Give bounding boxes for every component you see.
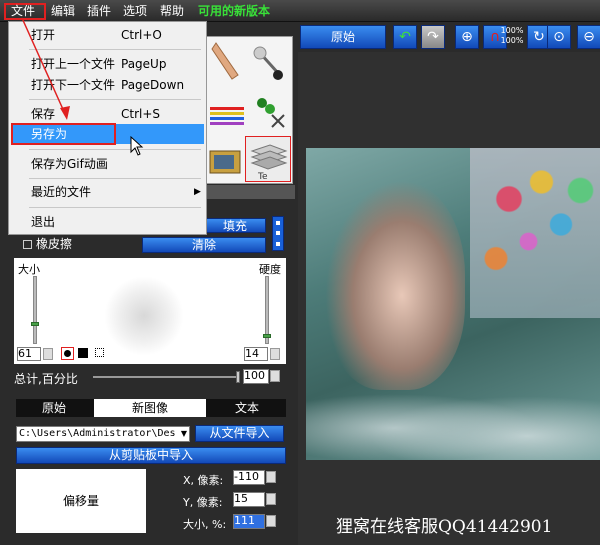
clone-scissors-icon[interactable] bbox=[250, 91, 290, 131]
eraser-label: 橡皮擦 bbox=[36, 237, 73, 251]
update-available-link[interactable]: 可用的新版本 bbox=[193, 3, 275, 20]
tab-original[interactable]: 原始 bbox=[16, 399, 92, 417]
hardness-label: 硬度 bbox=[259, 263, 281, 276]
menu-save-gif-label: 保存为Gif动画 bbox=[31, 157, 108, 171]
side-mini-slider[interactable] bbox=[272, 216, 284, 251]
tab-bar: 原始 新图像 文本 bbox=[16, 399, 286, 417]
fill-button[interactable]: 填充 bbox=[204, 218, 266, 233]
offset-x-input[interactable]: -110 bbox=[233, 470, 265, 485]
zoom-in-icon[interactable]: ⊕ bbox=[455, 25, 479, 49]
total-percent-thumb[interactable] bbox=[236, 371, 240, 383]
layers-text-tool[interactable]: Te bbox=[245, 136, 291, 182]
redo-icon[interactable]: ↷ bbox=[421, 25, 445, 49]
offset-size-label: 大小, %: bbox=[183, 518, 227, 531]
watermark-text: 狸窝在线客服QQ41442901 bbox=[336, 517, 553, 537]
size-slider[interactable] bbox=[33, 276, 37, 344]
total-percent-input[interactable]: 100 bbox=[243, 369, 269, 384]
layers-text-icon: Te bbox=[250, 144, 288, 182]
thumbnail-strip-scrollbar[interactable] bbox=[205, 185, 295, 199]
submenu-arrow-icon: ▶ bbox=[194, 187, 201, 197]
size-slider-thumb[interactable] bbox=[31, 322, 39, 326]
offset-x-spin[interactable] bbox=[266, 471, 276, 483]
brush-preview bbox=[104, 276, 184, 356]
clear-button[interactable]: 清除 bbox=[142, 237, 266, 253]
import-from-clipboard-button[interactable]: 从剪贴板中导入 bbox=[16, 447, 286, 464]
offset-y-spin[interactable] bbox=[266, 493, 276, 505]
offset-y-input[interactable]: 15 bbox=[233, 492, 265, 507]
zoom-level-bottom: 100% bbox=[500, 36, 524, 45]
menu-separator bbox=[29, 207, 201, 208]
menu-recent-label: 最近的文件 bbox=[31, 185, 92, 199]
color-lines-icon[interactable] bbox=[208, 93, 248, 133]
size-spin-buttons[interactable] bbox=[43, 348, 53, 360]
zoom-out-icon[interactable]: ⊖ bbox=[577, 25, 600, 49]
tab-new-image[interactable]: 新图像 bbox=[94, 399, 206, 417]
hardness-value-input[interactable]: 14 bbox=[244, 347, 268, 361]
annotation-arrow-icon bbox=[21, 17, 70, 120]
pin-tool-icon[interactable] bbox=[250, 43, 290, 83]
hardness-spin-buttons[interactable] bbox=[270, 348, 280, 360]
tv-image-icon[interactable] bbox=[208, 137, 244, 181]
menu-separator bbox=[29, 149, 201, 150]
menu-exit-label: 退出 bbox=[31, 215, 56, 229]
zoom-level-readout: 100% 100% bbox=[499, 26, 525, 46]
menu-options[interactable]: 选项 bbox=[118, 3, 152, 20]
tool-thumbnail-strip: Te bbox=[205, 36, 293, 184]
tab-text[interactable]: 文本 bbox=[208, 399, 286, 417]
undo-icon[interactable]: ↶ bbox=[393, 25, 417, 49]
round-brush-shape[interactable] bbox=[61, 347, 74, 360]
offset-x-label: X, 像素: bbox=[183, 474, 224, 487]
import-from-file-button[interactable]: 从文件导入 bbox=[195, 425, 284, 442]
total-percent-label: 总计,百分比 bbox=[14, 372, 78, 386]
menu-help[interactable]: 帮助 bbox=[155, 3, 189, 20]
mouse-cursor-icon bbox=[130, 136, 144, 156]
zoom-level-top: 100% bbox=[500, 26, 524, 35]
menu-plugins[interactable]: 插件 bbox=[82, 3, 116, 20]
chevron-down-icon[interactable]: ▼ bbox=[179, 427, 189, 441]
offset-size-input[interactable]: 111 bbox=[233, 514, 265, 529]
offset-y-label: Y, 像素: bbox=[183, 496, 223, 509]
offset-size-spin[interactable] bbox=[266, 515, 276, 527]
menu-open-shortcut: Ctrl+O bbox=[121, 28, 162, 42]
menu-separator bbox=[29, 178, 201, 179]
dotted-brush-shape[interactable] bbox=[95, 348, 104, 357]
svg-text:Te: Te bbox=[257, 172, 268, 181]
hardness-slider-thumb[interactable] bbox=[263, 334, 271, 338]
zoom-fit-icon[interactable]: ⊙ bbox=[547, 25, 571, 49]
size-value-input[interactable]: 61 bbox=[17, 347, 41, 361]
total-percent-slider[interactable] bbox=[93, 376, 239, 378]
clouds-overlay bbox=[306, 380, 600, 460]
total-spin-buttons[interactable] bbox=[270, 370, 280, 382]
menu-save-gif[interactable]: 保存为Gif动画 bbox=[11, 154, 204, 174]
portrait-overlay bbox=[325, 180, 465, 390]
balloons-image bbox=[470, 148, 600, 318]
size-label: 大小 bbox=[18, 263, 40, 276]
menu-exit[interactable]: 退出 bbox=[11, 212, 204, 232]
finger-tool-icon[interactable] bbox=[208, 39, 248, 83]
square-brush-shape[interactable] bbox=[78, 348, 88, 358]
offset-box: 偏移量 bbox=[16, 469, 146, 533]
file-path-select[interactable]: C:\Users\Administrator\Des bbox=[16, 426, 190, 442]
eraser-checkbox[interactable] bbox=[23, 240, 32, 249]
menu-recent-files[interactable]: 最近的文件 ▶ bbox=[11, 182, 204, 202]
menu-prev-shortcut: PageUp bbox=[121, 57, 167, 71]
menu-next-shortcut: PageDown bbox=[121, 78, 185, 92]
original-button[interactable]: 原始 bbox=[300, 25, 386, 49]
menu-save-shortcut: Ctrl+S bbox=[121, 107, 161, 121]
